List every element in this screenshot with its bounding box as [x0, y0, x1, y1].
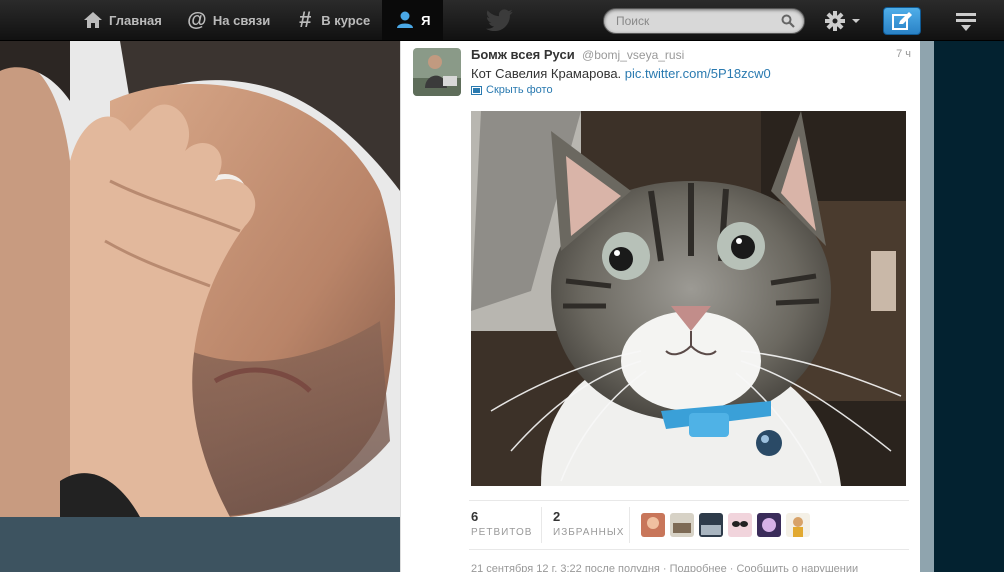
favoriter-avatars [641, 513, 815, 537]
tweet-time[interactable]: 7 ч [896, 48, 911, 60]
hide-photo-label: Скрыть фото [486, 84, 553, 96]
tweet-footer: 21 сентября 12 г. 3:22 после полудня · П… [471, 563, 911, 572]
retweets-count: 6 [471, 509, 479, 524]
favoriter-avatar[interactable] [728, 513, 752, 537]
favoriter-avatar[interactable] [786, 513, 810, 537]
background-dark-panel [934, 41, 1004, 572]
person-icon [394, 9, 416, 31]
lists-menu-icon[interactable] [954, 10, 978, 32]
retweets-label: РЕТВИТОВ [471, 527, 533, 538]
tweet-app: после полудня [584, 563, 660, 572]
hash-icon: # [299, 7, 312, 32]
main-nav: Главная @ На связи # В курсе Я [70, 0, 443, 40]
top-navigation-bar: Главная @ На связи # В курсе Я [0, 0, 1004, 41]
author-handle[interactable]: @bomj_vseya_rusi [582, 48, 684, 62]
retweets-stat[interactable]: 6 РЕТВИТОВ [471, 509, 532, 538]
compose-pencil-icon [892, 12, 912, 30]
report-link[interactable]: Сообщить о нарушении [736, 563, 858, 572]
stat-divider [541, 507, 542, 543]
tweet-text-body: Кот Савелия Крамарова. [471, 66, 622, 81]
tweet-stats: 6 РЕТВИТОВ 2 ИЗБРАННЫХ [469, 500, 909, 550]
nav-home[interactable]: Главная [70, 0, 174, 40]
favoriter-avatar[interactable] [757, 513, 781, 537]
nav-discover[interactable]: # В курсе [282, 0, 382, 40]
search-icon[interactable] [781, 14, 795, 28]
tweet-media[interactable] [471, 111, 906, 486]
nav-discover-label: В курсе [321, 12, 371, 28]
favoriter-avatar[interactable] [699, 513, 723, 537]
tweet-text: Кот Савелия Крамарова. pic.twitter.com/5… [471, 66, 771, 81]
photo-icon [471, 85, 482, 95]
chevron-down-icon [852, 19, 860, 23]
settings-menu-button[interactable] [824, 10, 864, 32]
avatar-image [413, 48, 461, 96]
search-box [603, 8, 805, 34]
nav-me-label: Я [421, 12, 431, 28]
details-link[interactable]: Подробнее [670, 563, 727, 572]
search-input[interactable] [604, 9, 779, 33]
tweet-date[interactable]: 21 сентября 12 г. 3:22 [471, 563, 582, 572]
favoriter-avatar[interactable] [670, 513, 694, 537]
tweet-header: Бомж всея Руси @bomj_vseya_rusi 7 ч [471, 47, 911, 65]
nav-connect-label: На связи [212, 12, 271, 28]
gear-icon [825, 11, 845, 31]
background-strip [920, 41, 934, 572]
favorites-stat[interactable]: 2 ИЗБРАННЫХ [553, 509, 624, 538]
compose-tweet-button[interactable] [883, 7, 921, 35]
author-name[interactable]: Бомж всея Руси [471, 47, 575, 62]
nav-connect[interactable]: @ На связи [174, 0, 282, 40]
tweet-detail: Бомж всея Руси @bomj_vseya_rusi 7 ч Кот … [400, 41, 920, 572]
house-icon [82, 9, 104, 31]
at-icon: @ [187, 9, 207, 31]
favoriter-avatar[interactable] [641, 513, 665, 537]
author-avatar[interactable] [413, 48, 461, 96]
nav-me[interactable]: Я [382, 0, 443, 40]
profile-background-photo [0, 41, 400, 517]
favorites-label: ИЗБРАННЫХ [553, 527, 625, 538]
favorites-count: 2 [553, 509, 561, 524]
hide-photo-link[interactable]: Скрыть фото [471, 84, 553, 96]
tweet-photo-link[interactable]: pic.twitter.com/5P18zcw0 [625, 66, 771, 81]
nav-home-label: Главная [109, 12, 162, 28]
stat-divider [629, 507, 630, 543]
cat-photo [471, 111, 906, 486]
twitter-bird-icon[interactable] [486, 9, 516, 31]
